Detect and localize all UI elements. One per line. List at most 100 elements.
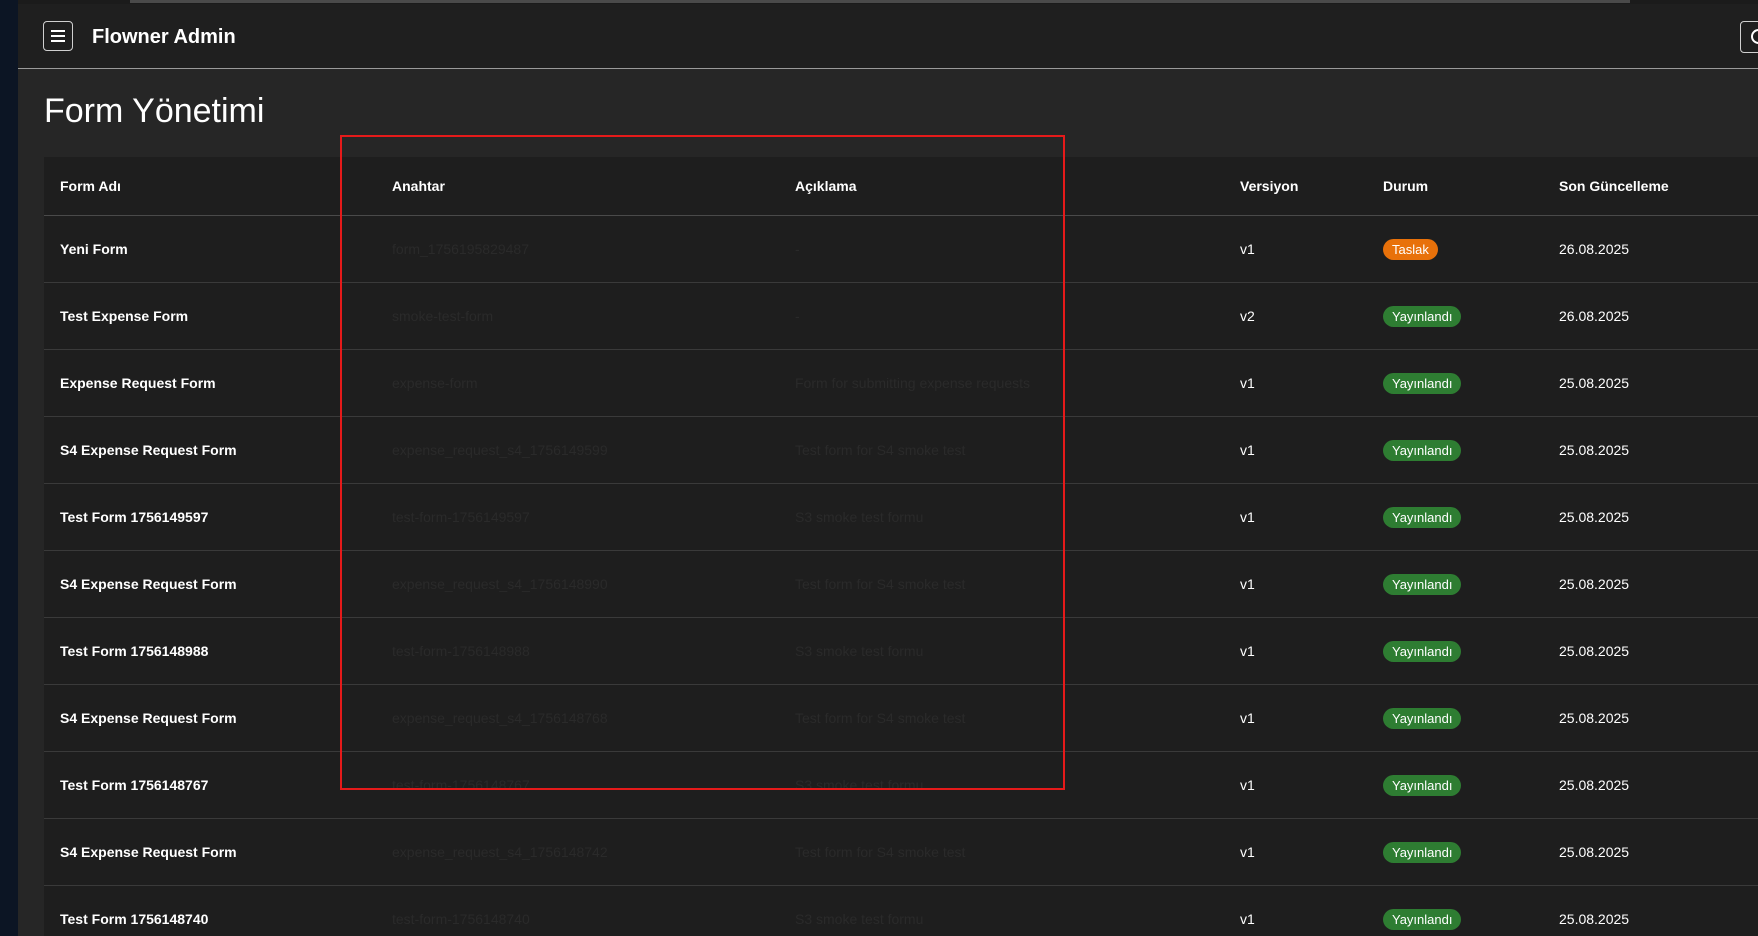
hamburger-menu-icon [51,30,65,32]
hamburger-menu-icon-line [51,35,65,37]
form-name-cell: Test Form 1756148740 [60,911,209,927]
forms-table: Form Adı Anahtar Açıklama Versiyon Durum… [44,157,1758,936]
form-version-cell: v1 [1240,911,1255,927]
form-status-cell: Taslak [1383,216,1438,282]
form-name-cell: Expense Request Form [60,375,216,391]
column-header-name[interactable]: Form Adı [60,157,121,215]
column-header-status[interactable]: Durum [1383,157,1428,215]
status-badge: Yayınlandı [1383,908,1462,930]
form-key-cell: expense_request_s4_1756149599 [392,442,608,458]
form-version-cell: v1 [1240,241,1255,257]
form-updated-cell: 25.08.2025 [1559,777,1630,793]
search-icon [1751,29,1758,44]
status-badge: Yayınlandı [1383,841,1462,863]
column-header-description[interactable]: Açıklama [795,157,856,215]
table-header-row: Form Adı Anahtar Açıklama Versiyon Durum… [44,157,1758,216]
search-button[interactable] [1740,21,1758,53]
form-updated-cell: 26.08.2025 [1559,241,1630,257]
form-status-cell: Yayınlandı [1383,819,1462,885]
status-badge: Yayınlandı [1383,372,1462,394]
status-badge: Yayınlandı [1383,707,1462,729]
form-name-cell: S4 Expense Request Form [60,710,237,726]
form-name-cell: Test Form 1756148767 [60,777,209,793]
form-status-cell: Yayınlandı [1383,886,1462,936]
form-description-cell: S3 smoke test formu [795,911,924,927]
column-header-version[interactable]: Versiyon [1240,157,1298,215]
column-header-updated[interactable]: Son Güncelleme [1559,157,1669,215]
form-key-cell: expense_request_s4_1756148768 [392,710,608,726]
form-key-cell: expense_request_s4_1756148990 [392,576,608,592]
column-header-key[interactable]: Anahtar [392,157,445,215]
table-row[interactable]: S4 Expense Request Form expense_request_s… [44,819,1758,886]
form-version-cell: v1 [1240,643,1255,659]
form-status-cell: Yayınlandı [1383,685,1462,751]
form-key-cell: test-form-1756148740 [392,911,530,927]
table-row[interactable]: Test Expense Form smoke-test-form - v2 26.08… [44,283,1758,350]
table-row[interactable]: S4 Expense Request Form expense_request_s… [44,551,1758,618]
table-row[interactable]: Expense Request Form expense-form Form for… [44,350,1758,417]
form-version-cell: v1 [1240,442,1255,458]
status-badge: Yayınlandı [1383,640,1462,662]
form-name-cell: Yeni Form [60,241,128,257]
form-version-cell: v1 [1240,844,1255,860]
menu-button[interactable] [43,21,73,51]
table-row[interactable]: Test Form 1756148767 test-form-1756148767… [44,752,1758,819]
status-badge: Yayınlandı [1383,506,1462,528]
form-description-cell: Test form for S4 smoke test [795,442,966,458]
form-key-cell: test-form-1756148988 [392,643,530,659]
form-version-cell: v1 [1240,710,1255,726]
form-name-cell: S4 Expense Request Form [60,576,237,592]
form-status-cell: Yayınlandı [1383,484,1462,550]
form-updated-cell: 25.08.2025 [1559,576,1630,592]
form-version-cell: v1 [1240,375,1255,391]
form-status-cell: Yayınlandı [1383,283,1462,349]
form-updated-cell: 25.08.2025 [1559,442,1630,458]
form-status-cell: Yayınlandı [1383,350,1462,416]
form-status-cell: Yayınlandı [1383,417,1462,483]
table-row[interactable]: Test Form 1756149597 test-form-1756149597… [44,484,1758,551]
form-updated-cell: 25.08.2025 [1559,643,1630,659]
form-version-cell: v1 [1240,777,1255,793]
form-version-cell: v1 [1240,576,1255,592]
form-status-cell: Yayınlandı [1383,551,1462,617]
form-status-cell: Yayınlandı [1383,618,1462,684]
status-badge: Yayınlandı [1383,774,1462,796]
table-row[interactable]: S4 Expense Request Form expense_request_s… [44,685,1758,752]
form-key-cell: smoke-test-form [392,308,494,324]
form-description-cell: - [795,241,800,257]
form-name-cell: S4 Expense Request Form [60,844,237,860]
form-description-cell: S3 smoke test formu [795,643,924,659]
top-scrollbar[interactable] [130,0,1630,3]
table-row[interactable]: S4 Expense Request Form expense_request_s… [44,417,1758,484]
status-badge: Yayınlandı [1383,439,1462,461]
form-version-cell: v2 [1240,308,1255,324]
table-row[interactable]: Yeni Form form_1756195829487 - v1 26.08.2025… [44,216,1758,283]
form-updated-cell: 25.08.2025 [1559,844,1630,860]
form-updated-cell: 25.08.2025 [1559,710,1630,726]
form-version-cell: v1 [1240,509,1255,525]
form-description-cell: Test form for S4 smoke test [795,844,966,860]
hamburger-menu-icon-line [51,40,65,42]
form-description-cell: Test form for S4 smoke test [795,576,966,592]
page-title: Form Yönetimi [44,92,265,130]
app-window: Flowner Admin Form Yönetimi Form Adı Ana… [18,0,1758,936]
form-status-cell: Yayınlandı [1383,752,1462,818]
form-key-cell: test-form-1756148767 [392,777,530,793]
form-name-cell: Test Expense Form [60,308,189,324]
table-row[interactable]: Test Form 1756148988 test-form-1756148988… [44,618,1758,685]
status-badge: Yayınlandı [1383,305,1462,327]
form-description-cell: S3 smoke test formu [795,777,924,793]
form-description-cell: Form for submitting expense requests [795,375,1030,391]
form-description-cell: - [795,308,800,324]
form-updated-cell: 25.08.2025 [1559,509,1630,525]
form-key-cell: expense-form [392,375,478,391]
table-row[interactable]: Test Form 1756148740 test-form-1756148740… [44,886,1758,936]
table-body: Yeni Form form_1756195829487 - v1 26.08.2025… [44,216,1758,936]
status-badge: Yayınlandı [1383,573,1462,595]
app-bar: Flowner Admin [18,4,1758,69]
form-updated-cell: 25.08.2025 [1559,375,1630,391]
form-description-cell: Test form for S4 smoke test [795,710,966,726]
status-badge: Taslak [1383,238,1438,260]
form-name-cell: S4 Expense Request Form [60,442,237,458]
form-updated-cell: 25.08.2025 [1559,911,1630,927]
